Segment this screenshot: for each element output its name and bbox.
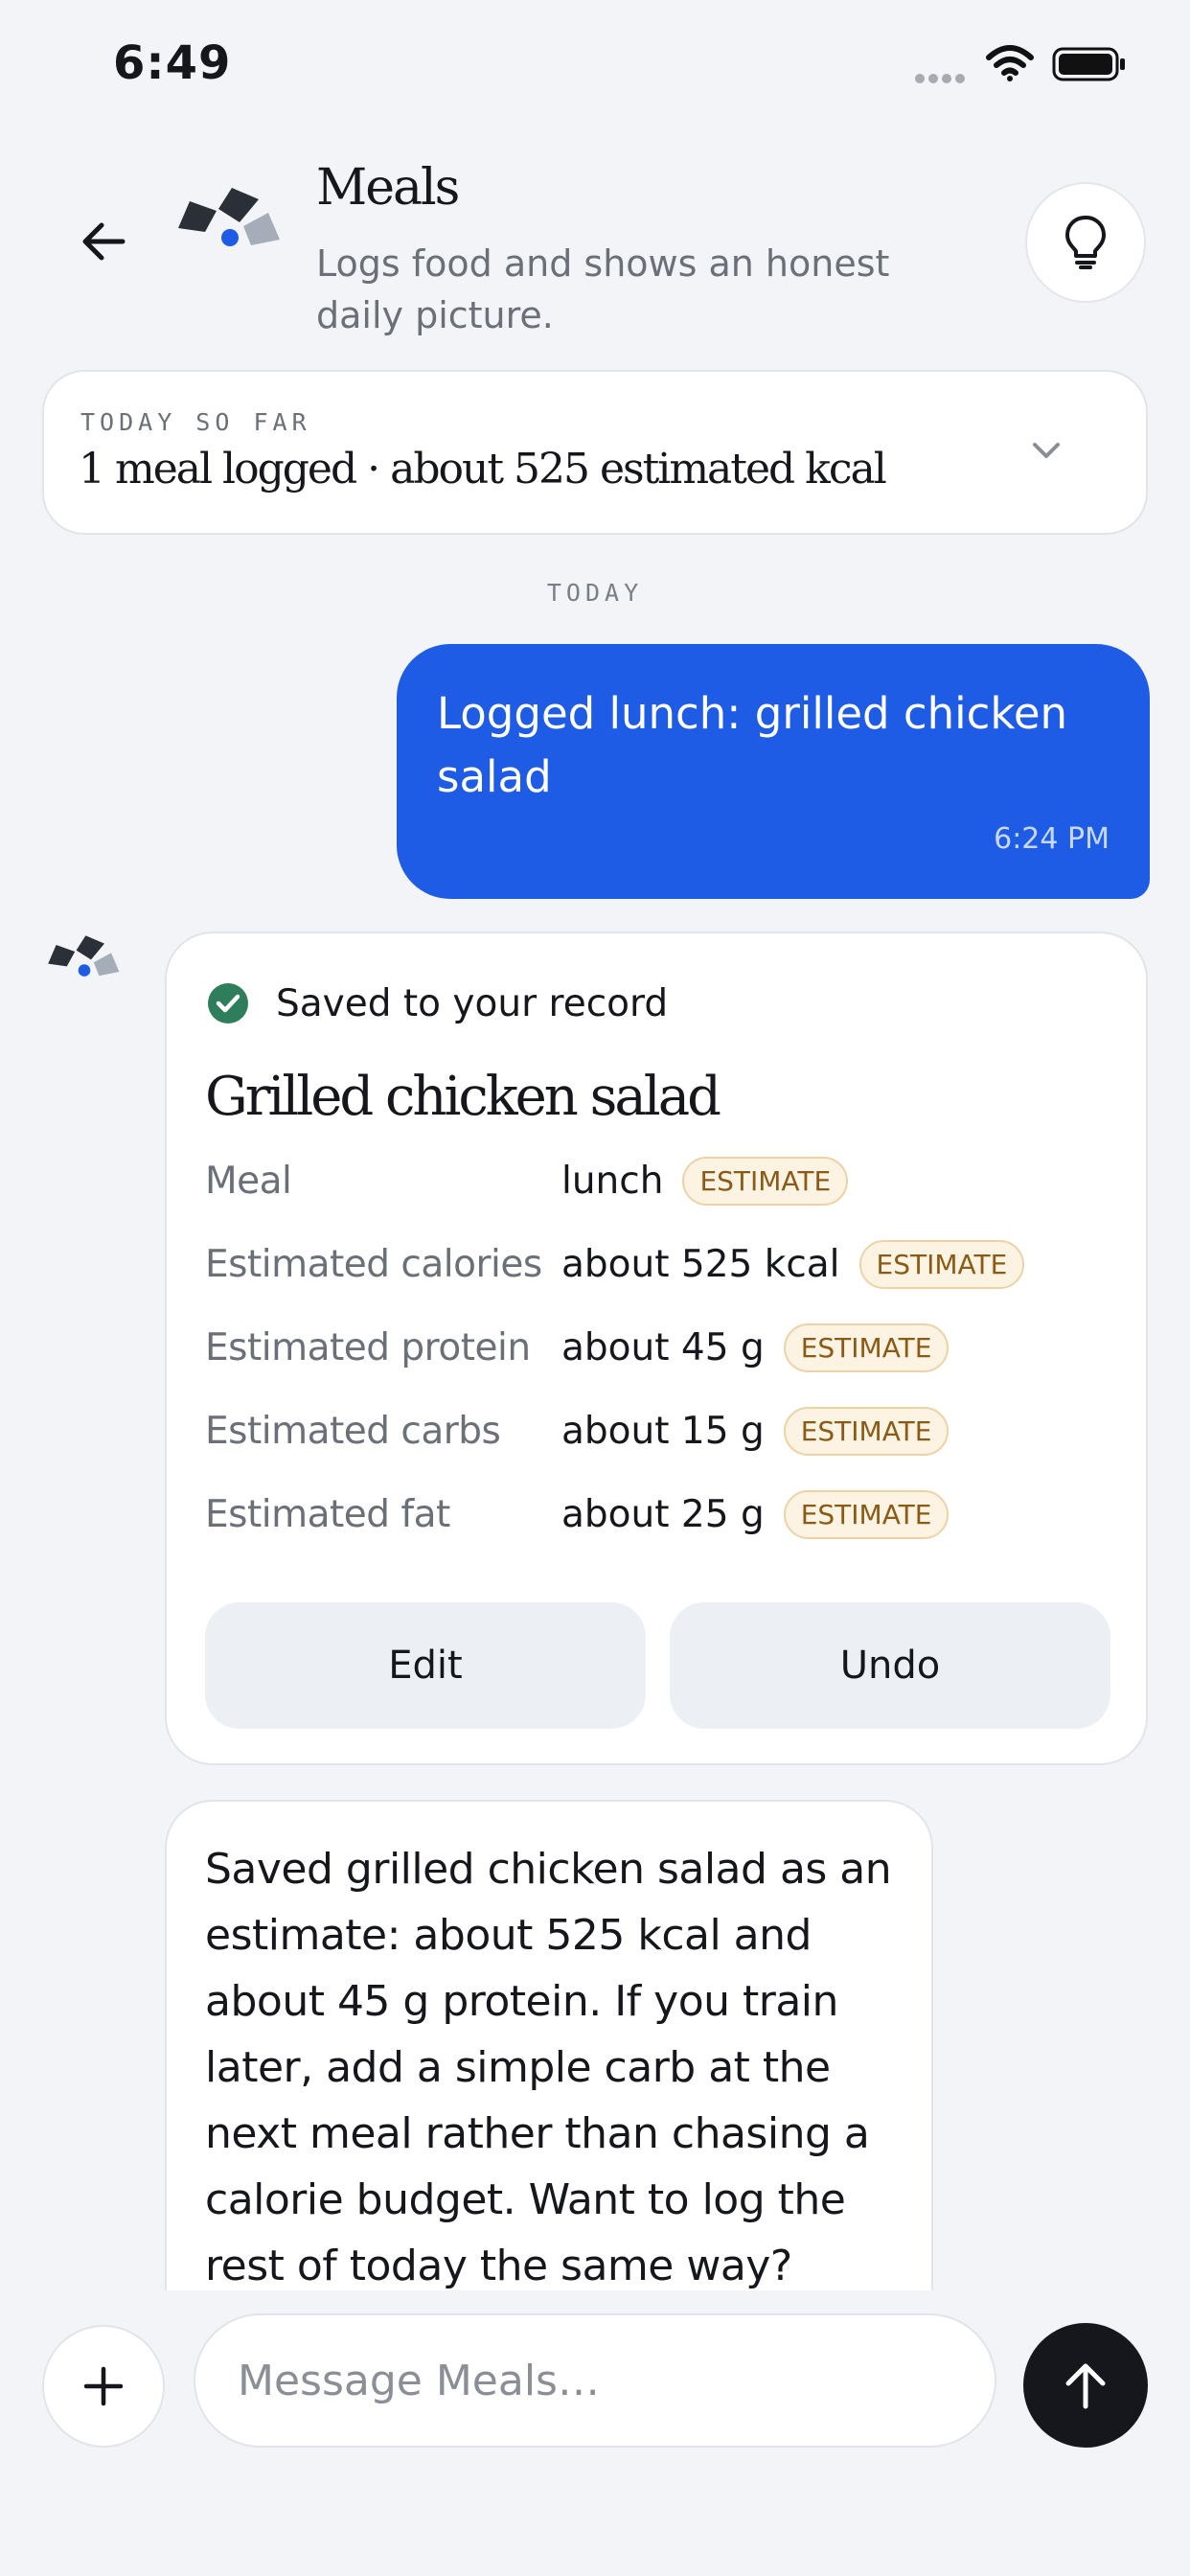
record-title: Grilled chicken salad — [205, 1066, 721, 1128]
check-circle-icon — [208, 983, 248, 1024]
field-value: lunch — [561, 1159, 664, 1203]
cellular-dots-icon — [915, 69, 973, 83]
attach-button[interactable] — [42, 2325, 165, 2448]
estimate-badge: ESTIMATE — [858, 1239, 1025, 1289]
back-button[interactable] — [75, 213, 132, 270]
today-summary-card[interactable]: TODAY SO FAR 1 meal logged · about 525 e… — [42, 370, 1148, 535]
message-timestamp: 6:24 PM — [994, 822, 1110, 856]
assistant-message-bubble: Saved grilled chicken salad as an estima… — [165, 1800, 933, 2336]
wifi-icon — [986, 45, 1034, 81]
field-row-protein: Estimated protein about 45 g ESTIMATE — [205, 1317, 950, 1378]
summary-eyebrow: TODAY SO FAR — [80, 408, 311, 436]
estimate-badge: ESTIMATE — [783, 1489, 950, 1539]
field-row-meal: Meal lunch ESTIMATE — [205, 1150, 849, 1211]
field-row-fat: Estimated fat about 25 g ESTIMATE — [205, 1484, 950, 1545]
field-label: Estimated calories — [205, 1242, 542, 1286]
assistant-avatar — [48, 935, 120, 977]
page-subtitle: Logs food and shows an honest daily pict… — [316, 242, 890, 336]
field-label: Estimated protein — [205, 1325, 531, 1369]
chevron-down-icon[interactable] — [1025, 433, 1067, 468]
saved-status: Saved to your record — [207, 978, 668, 1029]
undo-button[interactable]: Undo — [670, 1602, 1110, 1729]
estimate-badge: ESTIMATE — [783, 1322, 950, 1372]
field-row-calories: Estimated calories about 525 kcal ESTIMA… — [205, 1233, 1025, 1295]
battery-full-icon — [1052, 47, 1125, 81]
summary-text: 1 meal logged · about 525 estimated kcal — [79, 445, 887, 494]
saved-status-label: Saved to your record — [276, 981, 669, 1025]
send-button[interactable] — [1023, 2323, 1148, 2448]
estimate-badge: ESTIMATE — [682, 1156, 849, 1206]
field-label: Estimated carbs — [205, 1409, 501, 1453]
estimate-badge: ESTIMATE — [783, 1406, 950, 1456]
message-input[interactable] — [194, 2313, 996, 2448]
lightbulb-icon — [1065, 216, 1106, 269]
user-message-text: Logged lunch: grilled chicken salad — [437, 688, 1068, 802]
field-value: about 15 g — [561, 1409, 765, 1453]
saved-record-card: Saved to your record Grilled chicken sal… — [165, 932, 1148, 1765]
field-value: about 45 g — [561, 1325, 765, 1369]
field-row-carbs: Estimated carbs about 15 g ESTIMATE — [205, 1400, 950, 1461]
arrow-up-icon — [1065, 2363, 1106, 2409]
plus-icon — [83, 2366, 124, 2406]
field-label: Meal — [205, 1159, 292, 1203]
user-message-bubble: Logged lunch: grilled chicken salad 6:24… — [397, 644, 1150, 899]
meals-logo-icon — [178, 188, 280, 246]
tips-button[interactable] — [1025, 182, 1146, 303]
field-label: Estimated fat — [205, 1492, 450, 1536]
field-value: about 25 g — [561, 1492, 765, 1536]
edit-button[interactable]: Edit — [205, 1602, 646, 1729]
assistant-message-text: Saved grilled chicken salad as an estima… — [205, 1845, 892, 2290]
status-time: 6:49 — [113, 36, 232, 90]
day-divider: TODAY — [546, 579, 644, 607]
field-value: about 525 kcal — [561, 1242, 840, 1286]
page-title: Meals — [316, 159, 460, 217]
